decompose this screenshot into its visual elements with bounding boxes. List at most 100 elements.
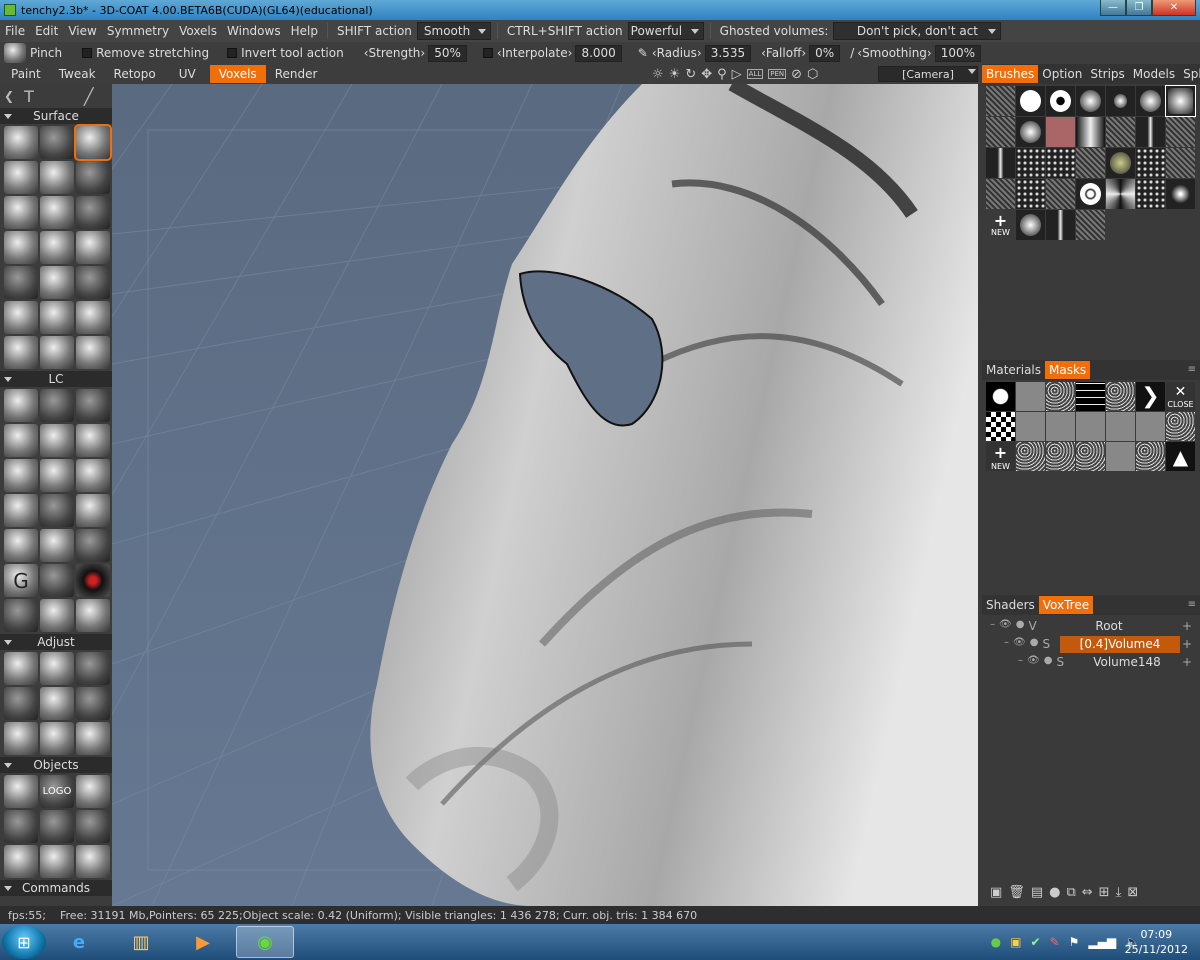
logo-tool[interactable]: LOGO: [40, 775, 74, 808]
lc-tool[interactable]: [76, 459, 110, 492]
voxtree-row[interactable]: – 👁 ● S [0.4]Volume4 +: [988, 635, 1194, 653]
explorer-folder-icon[interactable]: ▥: [112, 926, 170, 958]
mask-item[interactable]: [1046, 382, 1075, 411]
brush-alpha[interactable]: [1046, 117, 1075, 147]
objects-tool[interactable]: [4, 845, 38, 878]
brush-alpha[interactable]: [1076, 117, 1105, 147]
mask-item[interactable]: [1136, 442, 1165, 471]
remove-stretching-checkbox[interactable]: [82, 48, 93, 58]
trash-icon[interactable]: 🗑: [1008, 885, 1025, 900]
objects-tool[interactable]: [40, 810, 74, 843]
surface-tool[interactable]: [76, 231, 110, 264]
brush-alpha[interactable]: [1166, 179, 1195, 209]
surface-tool[interactable]: [4, 231, 38, 264]
lc-tool[interactable]: [4, 389, 38, 422]
rotate-icon[interactable]: ↻: [685, 67, 696, 82]
mask-item[interactable]: [1136, 412, 1165, 441]
section-surface[interactable]: Surface: [0, 108, 112, 124]
camera-dropdown[interactable]: [Camera]: [878, 66, 978, 82]
lc-tool[interactable]: [40, 424, 74, 457]
clock[interactable]: 07:09 25/11/2012: [1125, 927, 1188, 957]
start-button[interactable]: ⊞: [2, 925, 46, 959]
surface-tool[interactable]: [40, 231, 74, 264]
lc-tool[interactable]: [76, 529, 110, 562]
brush-alpha[interactable]: [1016, 148, 1045, 178]
radius-control[interactable]: ✎ ‹Radius› 3.535: [638, 44, 752, 62]
minimize-button[interactable]: —: [1100, 0, 1126, 16]
objects-tool[interactable]: [4, 810, 38, 843]
brush-alpha[interactable]: [1136, 117, 1165, 147]
ghosted-volumes-dropdown[interactable]: Don't pick, don't act: [833, 22, 1002, 40]
move-icon[interactable]: ✥: [701, 67, 712, 82]
close-mask-button[interactable]: ✕ CLOSE: [1166, 382, 1195, 411]
text-tool-icon[interactable]: T: [24, 87, 34, 106]
radius-value[interactable]: 3.535: [704, 44, 752, 62]
section-commands[interactable]: Commands: [0, 880, 112, 896]
surface-tool[interactable]: [40, 336, 74, 369]
import-icon[interactable]: ⤓: [1116, 885, 1122, 900]
surface-tool[interactable]: [4, 336, 38, 369]
ghost-icon[interactable]: ●: [1044, 655, 1053, 669]
menu-view[interactable]: View: [63, 24, 101, 38]
brush-alpha-selected[interactable]: [1165, 85, 1196, 117]
strength-control[interactable]: ‹Strength› 50%: [364, 44, 467, 62]
eye-icon[interactable]: 👁: [999, 619, 1012, 633]
light-dim-icon[interactable]: ☀: [669, 67, 681, 82]
brush-alpha[interactable]: [986, 86, 1015, 116]
flag-icon[interactable]: ⚑: [1069, 935, 1080, 949]
brush-alpha[interactable]: [1046, 148, 1075, 178]
lc-tool[interactable]: [76, 389, 110, 422]
pinch-tool[interactable]: [74, 124, 112, 161]
tab-brushes[interactable]: Brushes: [982, 65, 1039, 83]
brush-alpha[interactable]: [1166, 117, 1195, 147]
zoom-icon[interactable]: ⚲: [717, 67, 727, 82]
objects-tool[interactable]: [76, 775, 110, 808]
shift-action-dropdown[interactable]: Smooth: [416, 22, 491, 40]
tab-tweak[interactable]: Tweak: [50, 65, 105, 83]
surface-tool[interactable]: [4, 126, 38, 159]
lc-tool[interactable]: [40, 389, 74, 422]
volume-name[interactable]: Volume148: [1074, 654, 1180, 671]
surface-tool[interactable]: [76, 161, 110, 194]
3dcoat-task-icon[interactable]: ◉: [236, 926, 294, 958]
remove-stretching-toggle[interactable]: Remove stretching: [82, 46, 209, 60]
tab-shaders[interactable]: Shaders: [982, 596, 1039, 614]
menu-file[interactable]: File: [0, 24, 30, 38]
add-volume-button[interactable]: +: [1180, 619, 1194, 633]
merge-icon[interactable]: ⧉: [1066, 885, 1075, 900]
section-objects[interactable]: Objects: [0, 757, 112, 773]
eye-icon[interactable]: 👁: [1013, 637, 1026, 651]
menu-help[interactable]: Help: [286, 24, 323, 38]
objects-tool[interactable]: [40, 845, 74, 878]
tab-voxtree[interactable]: VoxTree: [1038, 596, 1094, 614]
adjust-tool[interactable]: [4, 687, 38, 720]
lc-tool[interactable]: [4, 529, 38, 562]
lc-tool[interactable]: [76, 494, 110, 527]
mask-item[interactable]: [1106, 442, 1135, 471]
tab-spline[interactable]: Spline: [1179, 65, 1200, 83]
mask-item[interactable]: ❯: [1136, 382, 1165, 411]
invert-tool-toggle[interactable]: Invert tool action: [227, 46, 344, 60]
lc-tool[interactable]: [76, 424, 110, 457]
brush-alpha[interactable]: [1016, 117, 1045, 147]
surface-tool[interactable]: [40, 301, 74, 334]
brush-alpha[interactable]: [1106, 117, 1135, 147]
adjust-tool[interactable]: [40, 687, 74, 720]
brush-alpha[interactable]: [1016, 179, 1045, 209]
ghost-icon[interactable]: ●: [1016, 619, 1025, 633]
chevron-down-icon[interactable]: [968, 69, 976, 74]
tab-option[interactable]: Option: [1038, 65, 1086, 83]
mask-item[interactable]: [1106, 382, 1135, 411]
disable-icon[interactable]: ⊘: [791, 67, 802, 82]
brush-alpha[interactable]: [1166, 148, 1195, 178]
surface-tool[interactable]: [76, 301, 110, 334]
copy-icon[interactable]: ▣: [990, 885, 1002, 900]
adjust-tool[interactable]: [4, 722, 38, 755]
sphere-icon[interactable]: ●: [1049, 885, 1060, 900]
brush-alpha[interactable]: [1106, 148, 1135, 178]
smoothing-control[interactable]: / ‹Smoothing› 100%: [850, 44, 982, 62]
adjust-tool[interactable]: [40, 652, 74, 685]
menu-voxels[interactable]: Voxels: [174, 24, 222, 38]
menu-edit[interactable]: Edit: [30, 24, 63, 38]
mask-item[interactable]: [986, 412, 1015, 441]
